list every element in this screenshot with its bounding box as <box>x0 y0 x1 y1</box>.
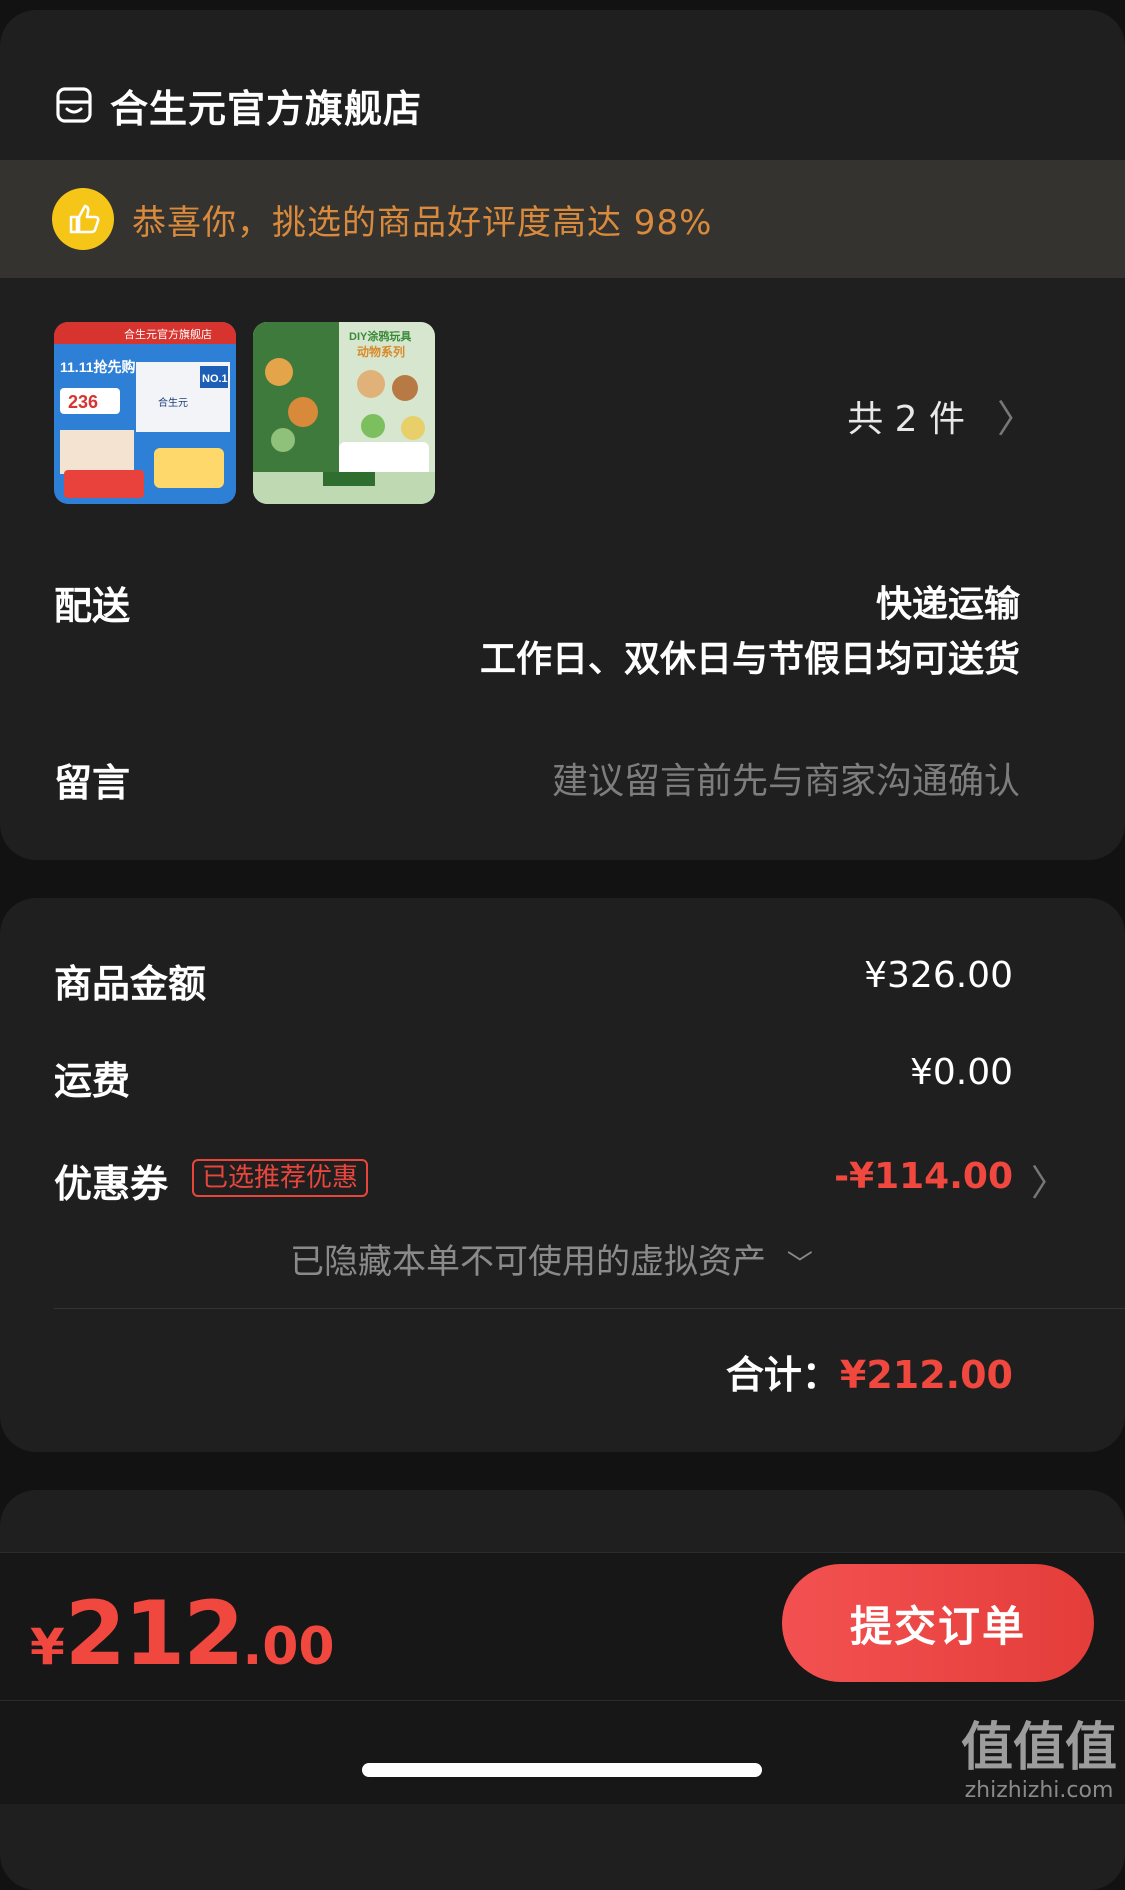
shipping-value: ¥0.00 <box>909 1052 1013 1093</box>
product-1-promo-text: 11.11抢先购 <box>60 359 136 375</box>
product-1-brand-text: 合生元 <box>158 396 188 409</box>
coupon-value[interactable]: -¥114.00 <box>834 1156 1013 1197</box>
item-count[interactable]: 共 2 件 <box>847 390 965 442</box>
price-decimal: .00 <box>242 1617 335 1677</box>
total-value: ¥212.00 <box>839 1353 1013 1397</box>
rating-banner-text: 恭喜你，挑选的商品好评度高达 98% <box>132 202 713 243</box>
thumbs-up-icon <box>52 188 114 250</box>
watermark: 值值值 zhizhizhi.com <box>961 1718 1117 1803</box>
total-label: 合计： <box>725 1353 840 1397</box>
store-icon <box>56 87 92 123</box>
hidden-assets-text: 已隐藏本单不可使用的虚拟资产 <box>290 1242 766 1282</box>
checkout-bar-bottom-divider <box>0 1700 1125 1701</box>
watermark-url-text: zhizhizhi.com <box>964 1778 1114 1803</box>
chevron-down-icon: ﹀ <box>786 1250 813 1280</box>
goods-amount-label: 商品金额 <box>54 962 207 1006</box>
store-header[interactable]: 合生元官方旗舰店 <box>54 70 422 140</box>
shipping-label: 运费 <box>54 1059 131 1103</box>
delivery-method[interactable]: 快递运输 <box>876 575 1020 627</box>
product-1-store-text: 合生元官方旗舰店 <box>124 327 212 341</box>
chevron-right-icon[interactable]: 〉 <box>1031 1154 1067 1206</box>
checkout-bar-top-divider <box>0 1552 1125 1553</box>
checkout-total-price: ¥212.00 <box>30 1582 335 1685</box>
product-thumbnail-2[interactable]: DIY涂鸦玩具 动物系列 <box>253 322 435 504</box>
product-2-title-text: DIY涂鸦玩具 <box>349 329 411 343</box>
product-1-rank-text: NO.1 <box>202 373 228 385</box>
product-thumbnail-1[interactable]: 合生元官方旗舰店 11.11抢先购 236 NO.1 合生元 <box>54 322 236 504</box>
delivery-schedule[interactable]: 工作日、双休日与节假日均可送货 <box>480 630 1020 682</box>
hidden-assets-toggle[interactable]: 已隐藏本单不可使用的虚拟资产 ﹀ <box>290 1234 813 1283</box>
coupon-label: 优惠券 <box>54 1162 169 1206</box>
rating-banner: 恭喜你，挑选的商品好评度高达 98% <box>0 160 1125 278</box>
goods-amount-value: ¥326.00 <box>864 955 1013 996</box>
store-name: 合生元官方旗舰店 <box>110 86 423 131</box>
chevron-right-icon[interactable]: 〉 <box>997 388 1035 443</box>
total-row: 合计：¥212.00 <box>726 1344 1013 1399</box>
product-1-price-text: 236 <box>68 392 98 412</box>
order-items-card: 合生元官方旗舰店 恭喜你，挑选的商品好评度高达 98% 合生元官方旗舰店 11.… <box>0 10 1125 860</box>
submit-order-button[interactable]: 提交订单 <box>782 1564 1094 1682</box>
delivery-label: 配送 <box>54 584 131 628</box>
message-label: 留言 <box>54 761 131 805</box>
price-integer: 212 <box>64 1582 245 1685</box>
watermark-logo-text: 值值值 <box>960 1718 1117 1778</box>
message-input[interactable]: 建议留言前先与商家沟通确认 <box>552 752 1020 804</box>
coupon-recommended-tag: 已选推荐优惠 <box>192 1159 369 1197</box>
product-2-series-text: 动物系列 <box>357 344 405 359</box>
home-indicator[interactable] <box>362 1763 762 1777</box>
price-currency: ¥ <box>30 1618 65 1676</box>
summary-divider <box>54 1308 1125 1309</box>
